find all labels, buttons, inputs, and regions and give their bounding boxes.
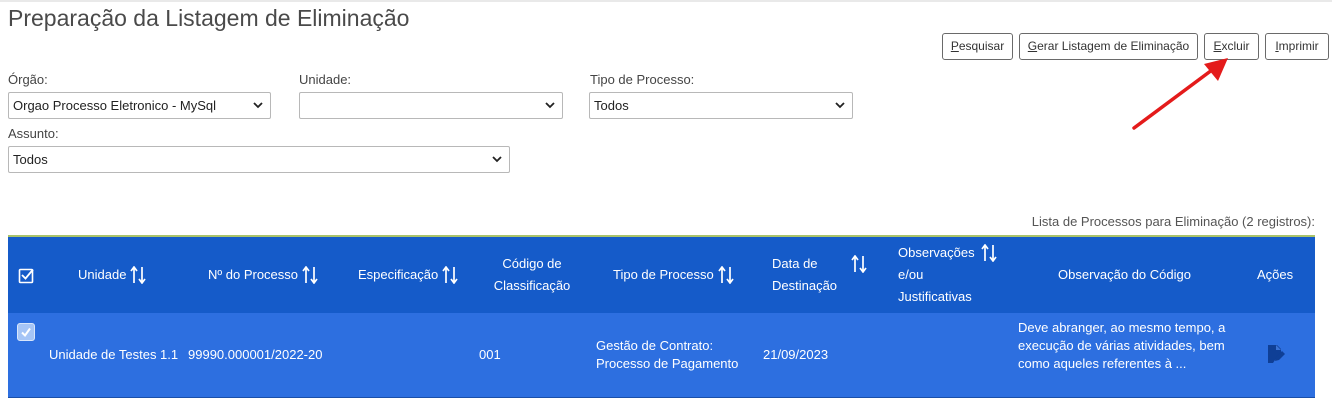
column-obs-label-line2: e/ou — [898, 267, 924, 282]
orgao-select[interactable]: Orgao Processo Eletronico - MySql — [8, 92, 271, 119]
column-data-label-line2: Destinação — [772, 278, 838, 293]
column-acoes-label: Ações — [1257, 267, 1294, 282]
sort-icon — [980, 244, 997, 262]
table-caption: Lista de Processos para Eliminação (2 re… — [1031, 214, 1315, 229]
column-data-label-line1: Data de — [772, 256, 818, 271]
column-especificacao[interactable]: Especificação — [358, 237, 458, 313]
column-obs-codigo-label: Observação do Código — [1058, 267, 1191, 282]
pesquisar-label: esquisar — [958, 39, 1005, 53]
column-obs-label-line3: Justificativas — [898, 289, 972, 304]
column-obs-label-line1: Observações — [898, 245, 975, 260]
tipo-processo-select[interactable]: Todos — [589, 92, 853, 119]
row-checkbox[interactable] — [17, 323, 35, 341]
column-tipo-processo[interactable]: Tipo de Processo — [613, 237, 734, 313]
column-numero-processo[interactable]: Nº do Processo — [208, 237, 318, 313]
imprimir-button[interactable]: Imprimir — [1265, 33, 1329, 60]
column-observacoes[interactable]: Observações e/ou Justificativas — [898, 237, 997, 313]
table-header: Unidade Nº do Processo Especificação Cód… — [8, 235, 1315, 313]
sort-icon — [130, 266, 147, 284]
pesquisar-button[interactable]: Pesquisar — [942, 33, 1013, 60]
column-especificacao-label: Especificação — [358, 267, 439, 282]
sort-icon — [718, 266, 734, 284]
select-all-checkbox[interactable] — [18, 237, 38, 313]
select-all-check-icon — [18, 268, 34, 283]
edit-document-icon — [1268, 345, 1285, 363]
pesquisar-access-key: P — [950, 39, 959, 53]
chevron-down-icon — [253, 102, 263, 109]
cell-data-destinacao: 21/09/2023 — [763, 347, 829, 362]
cell-obs-codigo-line2: execução de várias atividades, bem — [1018, 338, 1225, 353]
excluir-access-key: E — [1213, 39, 1222, 53]
imprimir-label: mprimir — [1278, 39, 1319, 53]
cell-numero-processo[interactable]: 99990.000001/2022-20 — [188, 346, 322, 364]
gerar-label: erar Listagem de Eliminação — [1037, 39, 1190, 53]
cell-observacao-codigo: Deve abranger, ao mesmo tempo, a execuçã… — [1018, 319, 1225, 373]
chevron-down-icon — [545, 102, 555, 109]
annotation-arrow-icon — [1132, 58, 1228, 130]
orgao-label: Órgão: — [8, 72, 48, 87]
column-unidade[interactable]: Unidade — [78, 237, 147, 313]
process-table: Unidade Nº do Processo Especificação Cód… — [8, 235, 1315, 398]
excluir-label: xcluir — [1221, 39, 1250, 53]
unidade-select[interactable] — [299, 92, 563, 119]
chevron-down-icon — [492, 156, 502, 163]
sort-icon — [442, 266, 458, 284]
cell-obs-codigo-line3: como aqueles referentes à ... — [1018, 356, 1187, 371]
column-tipo-label: Tipo de Processo — [613, 267, 714, 282]
page-title: Preparação da Listagem de Eliminação — [8, 5, 410, 31]
tipo-processo-label: Tipo de Processo: — [590, 72, 695, 87]
gerar-access-key: G — [1027, 39, 1038, 53]
assunto-value: Todos — [13, 152, 48, 167]
unidade-label: Unidade: — [299, 72, 352, 87]
column-codigo-label-line1: Código de — [502, 256, 562, 271]
check-icon — [21, 327, 31, 338]
cell-obs-codigo-line1: Deve abranger, ao mesmo tempo, a — [1018, 320, 1226, 335]
cell-tipo-line2: Processo de Pagamento — [596, 356, 739, 371]
cell-codigo: 001 — [479, 347, 501, 362]
column-observacao-codigo: Observação do Código — [1058, 237, 1191, 313]
column-codigo-classificacao: Código de Classificação — [493, 237, 571, 313]
assunto-label: Assunto: — [8, 126, 59, 141]
cell-unidade: Unidade de Testes 1.1 — [49, 347, 179, 362]
cell-tipo-processo: Gestão de Contrato: Processo de Pagament… — [596, 337, 738, 373]
top-divider — [0, 0, 1332, 2]
column-codigo-label-line2: Classificação — [493, 278, 571, 293]
column-unidade-label: Unidade — [78, 267, 127, 282]
column-data-destinacao[interactable]: Data de Destinação — [772, 237, 867, 313]
column-acoes: Ações — [1257, 237, 1293, 313]
edit-action-button[interactable] — [1265, 344, 1285, 369]
column-numero-label: Nº do Processo — [208, 267, 299, 282]
assunto-select[interactable]: Todos — [8, 146, 510, 173]
chevron-down-icon — [835, 102, 845, 109]
orgao-value: Orgao Processo Eletronico - MySql — [13, 98, 217, 113]
table-row[interactable]: Unidade de Testes 1.1 99990.000001/2022-… — [8, 313, 1315, 398]
cell-tipo-line1: Gestão de Contrato: — [596, 338, 714, 353]
sort-icon — [302, 266, 318, 284]
sort-icon — [851, 255, 867, 273]
tipo-processo-value: Todos — [594, 98, 629, 113]
